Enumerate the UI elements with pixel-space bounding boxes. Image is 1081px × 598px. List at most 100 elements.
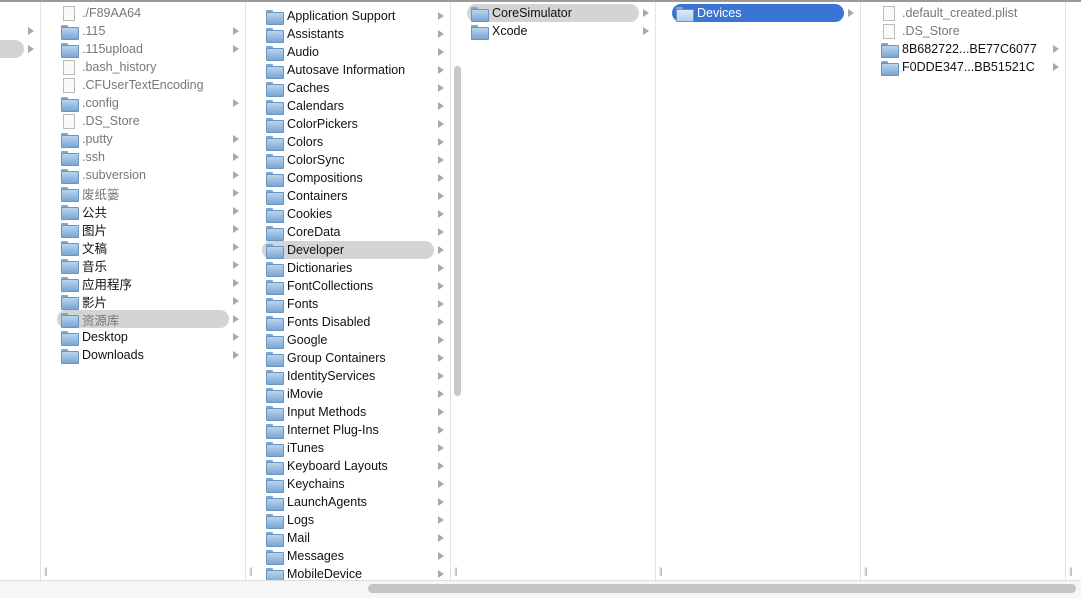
list-item[interactable]: Keyboard Layouts (262, 457, 434, 475)
disclosure-arrow-icon[interactable] (233, 279, 239, 287)
list-item[interactable]: Caches (262, 79, 434, 97)
list-item[interactable]: Autosave Information (262, 61, 434, 79)
disclosure-arrow-icon[interactable] (438, 30, 444, 38)
disclosure-arrow-icon[interactable] (233, 99, 239, 107)
disclosure-arrow-icon[interactable] (438, 210, 444, 218)
disclosure-arrow-icon[interactable] (438, 462, 444, 470)
list-item[interactable]: .ssh (57, 148, 229, 166)
list-item[interactable]: Input Methods (262, 403, 434, 421)
disclosure-arrow-icon[interactable] (643, 27, 649, 35)
column-resize-handle[interactable]: || (44, 566, 48, 576)
list-item[interactable]: Dictionaries (262, 259, 434, 277)
disclosure-arrow-icon[interactable] (233, 27, 239, 35)
column-vertical-scrollbar[interactable] (454, 66, 461, 396)
list-item[interactable]: ColorSync (262, 151, 434, 169)
horizontal-scrollbar[interactable] (368, 584, 1076, 593)
disclosure-arrow-icon[interactable] (233, 315, 239, 323)
list-item[interactable]: Messages (262, 547, 434, 565)
list-item[interactable]: 音乐 (57, 256, 229, 274)
disclosure-arrow-icon[interactable] (438, 408, 444, 416)
list-item[interactable]: 图片 (57, 220, 229, 238)
disclosure-arrow-icon[interactable] (233, 333, 239, 341)
list-item[interactable]: Developer (262, 241, 434, 259)
list-item[interactable]: ColorPickers (262, 115, 434, 133)
list-item[interactable]: Downloads (57, 346, 229, 364)
disclosure-arrow-icon[interactable] (438, 300, 444, 308)
list-item[interactable]: 公共 (57, 202, 229, 220)
disclosure-arrow-icon[interactable] (438, 390, 444, 398)
column-resize-handle[interactable]: || (864, 566, 868, 576)
list-item[interactable]: .putty (57, 130, 229, 148)
column-resize-handle[interactable]: || (454, 566, 458, 576)
list-item[interactable]: Application Support (262, 7, 434, 25)
list-item[interactable]: Keychains (262, 475, 434, 493)
list-item[interactable]: ./F89AA64 (57, 4, 229, 22)
list-item[interactable]: MobileDevice (262, 565, 434, 580)
disclosure-arrow-icon[interactable] (438, 174, 444, 182)
list-item[interactable]: .CFUserTextEncoding (57, 76, 229, 94)
disclosure-arrow-icon[interactable] (438, 84, 444, 92)
list-item[interactable]: .DS_Store (57, 112, 229, 130)
disclosure-arrow-icon[interactable] (438, 102, 444, 110)
disclosure-arrow-icon[interactable] (438, 138, 444, 146)
disclosure-arrow-icon[interactable] (233, 153, 239, 161)
disclosure-arrow-icon[interactable] (438, 282, 444, 290)
disclosure-arrow-icon[interactable] (233, 45, 239, 53)
list-item[interactable]: 资源库 (57, 310, 229, 328)
column-resize-handle[interactable]: || (249, 566, 253, 576)
disclosure-arrow-icon[interactable] (438, 48, 444, 56)
disclosure-arrow-icon[interactable] (438, 246, 444, 254)
disclosure-arrow-icon[interactable] (438, 498, 444, 506)
list-item[interactable]: 废纸篓 (57, 184, 229, 202)
list-item[interactable]: FontCollections (262, 277, 434, 295)
list-item[interactable] (0, 22, 24, 40)
list-item[interactable]: Desktop (57, 328, 229, 346)
disclosure-arrow-icon[interactable] (233, 225, 239, 233)
list-item[interactable]: Assistants (262, 25, 434, 43)
disclosure-arrow-icon[interactable] (438, 318, 444, 326)
disclosure-arrow-icon[interactable] (438, 480, 444, 488)
list-item[interactable]: Fonts Disabled (262, 313, 434, 331)
disclosure-arrow-icon[interactable] (233, 297, 239, 305)
list-item[interactable]: .115upload (57, 40, 229, 58)
list-item[interactable]: Xcode (467, 22, 639, 40)
disclosure-arrow-icon[interactable] (438, 120, 444, 128)
disclosure-arrow-icon[interactable] (438, 156, 444, 164)
list-item[interactable]: .bash_history (57, 58, 229, 76)
list-item[interactable]: Compositions (262, 169, 434, 187)
list-item[interactable]: Mail (262, 529, 434, 547)
list-item[interactable]: 文稿 (57, 238, 229, 256)
disclosure-arrow-icon[interactable] (848, 9, 854, 17)
disclosure-arrow-icon[interactable] (233, 171, 239, 179)
list-item[interactable]: CoreData (262, 223, 434, 241)
disclosure-arrow-icon[interactable] (438, 570, 444, 578)
disclosure-arrow-icon[interactable] (233, 351, 239, 359)
disclosure-arrow-icon[interactable] (1053, 45, 1059, 53)
disclosure-arrow-icon[interactable] (1053, 63, 1059, 71)
list-item[interactable]: iMovie (262, 385, 434, 403)
list-item[interactable]: .subversion (57, 166, 229, 184)
list-item[interactable]: Internet Plug-Ins (262, 421, 434, 439)
list-item[interactable]: Devices (672, 4, 844, 22)
disclosure-arrow-icon[interactable] (438, 516, 444, 524)
list-item[interactable]: LaunchAgents (262, 493, 434, 511)
disclosure-arrow-icon[interactable] (438, 264, 444, 272)
list-item[interactable]: F0DDE347...BB51521C (877, 58, 1049, 76)
disclosure-arrow-icon[interactable] (233, 243, 239, 251)
disclosure-arrow-icon[interactable] (28, 27, 34, 35)
disclosure-arrow-icon[interactable] (438, 426, 444, 434)
list-item[interactable]: 应用程序 (57, 274, 229, 292)
list-item[interactable]: Audio (262, 43, 434, 61)
list-item[interactable]: IdentityServices (262, 367, 434, 385)
disclosure-arrow-icon[interactable] (438, 534, 444, 542)
disclosure-arrow-icon[interactable] (233, 207, 239, 215)
column-resize-handle[interactable]: || (1069, 566, 1073, 576)
list-item[interactable]: 8B682722...BE77C6077 (877, 40, 1049, 58)
disclosure-arrow-icon[interactable] (438, 192, 444, 200)
disclosure-arrow-icon[interactable] (438, 66, 444, 74)
disclosure-arrow-icon[interactable] (438, 12, 444, 20)
list-item[interactable]: .config (57, 94, 229, 112)
disclosure-arrow-icon[interactable] (438, 354, 444, 362)
disclosure-arrow-icon[interactable] (438, 552, 444, 560)
list-item[interactable]: .default_created.plist (877, 4, 1049, 22)
